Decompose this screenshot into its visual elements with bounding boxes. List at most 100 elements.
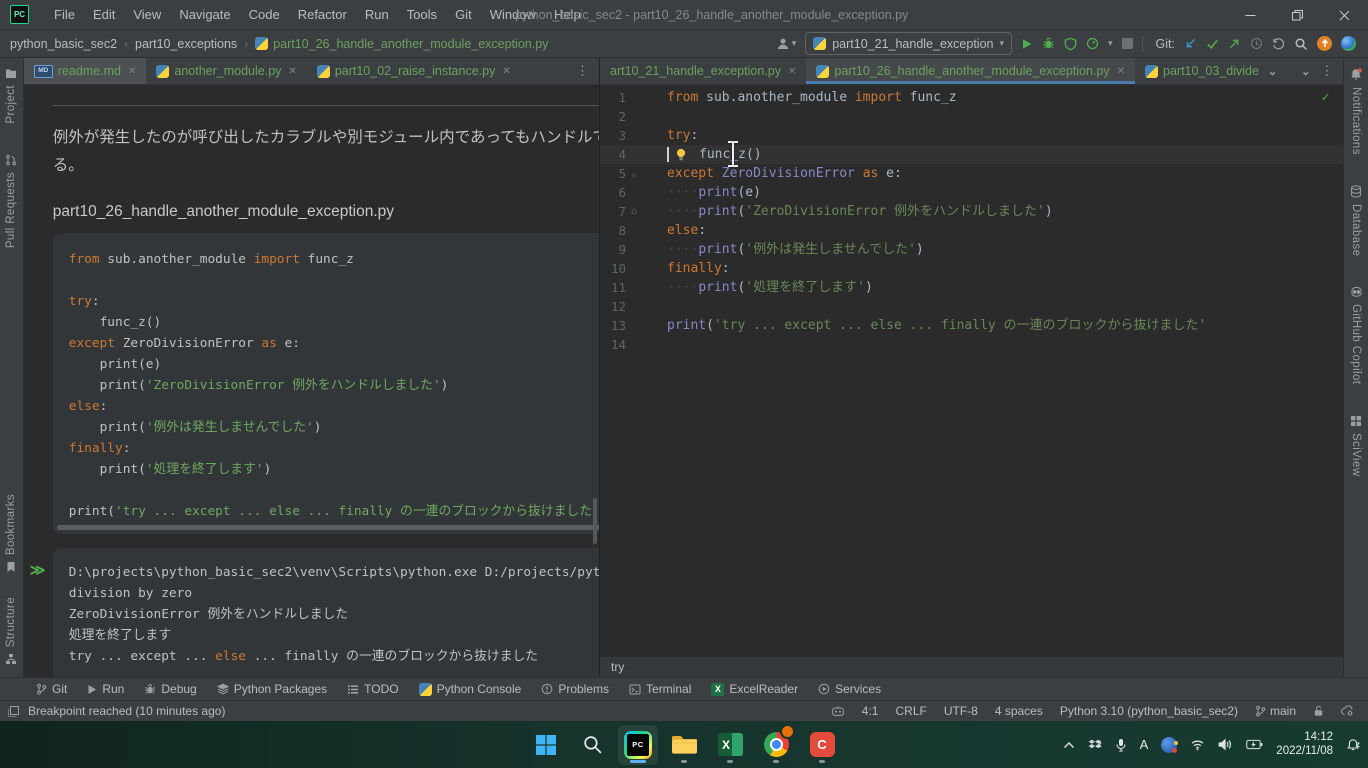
rollback-icon[interactable] xyxy=(1272,38,1285,50)
tool-window-button-python-console[interactable]: Python Console xyxy=(409,682,532,696)
file-encoding[interactable]: UTF-8 xyxy=(944,704,978,718)
battery-icon[interactable] xyxy=(1246,739,1263,750)
tab-part10_02_raise_instance.py[interactable]: part10_02_raise_instance.py✕ xyxy=(307,58,521,84)
menu-item-code[interactable]: Code xyxy=(240,7,289,22)
preview-scrollbar[interactable] xyxy=(593,498,597,544)
editor-breadcrumb[interactable]: try xyxy=(600,656,1343,677)
start-button[interactable] xyxy=(526,725,566,765)
menu-item-navigate[interactable]: Navigate xyxy=(170,7,239,22)
stripe-item-pull-requests[interactable]: Pull Requests xyxy=(5,154,17,248)
menu-item-run[interactable]: Run xyxy=(356,7,398,22)
editor-line[interactable]: 14 xyxy=(600,335,1343,354)
tab-part10_26_handle_another_module_exception.py[interactable]: part10_26_handle_another_module_exceptio… xyxy=(806,58,1135,84)
git-update-icon[interactable] xyxy=(1184,37,1197,50)
editor-line[interactable]: 13print('try ... except ... else ... fin… xyxy=(600,316,1343,335)
ime-indicator[interactable]: A xyxy=(1140,737,1149,752)
menu-item-file[interactable]: File xyxy=(45,7,84,22)
tab-art10_21_handle_exception.py[interactable]: art10_21_handle_exception.py✕ xyxy=(600,58,806,84)
menu-item-git[interactable]: Git xyxy=(446,7,481,22)
intention-bulb-icon[interactable] xyxy=(675,148,687,161)
tool-window-button-run[interactable]: Run xyxy=(77,682,134,696)
tray-chevron-up-icon[interactable] xyxy=(1063,741,1075,749)
tab-close-icon[interactable]: ✕ xyxy=(128,66,136,77)
tool-window-button-terminal[interactable]: Terminal xyxy=(619,682,701,696)
tab-close-icon[interactable]: ✕ xyxy=(502,66,510,77)
tool-window-button-debug[interactable]: Debug xyxy=(134,682,206,696)
wifi-icon[interactable] xyxy=(1190,738,1205,751)
tab-close-icon[interactable]: ✕ xyxy=(788,66,796,77)
stripe-item-notifications[interactable]: Notifications xyxy=(1350,68,1362,155)
search-icon[interactable] xyxy=(1294,37,1308,51)
chevron-down-icon[interactable]: ⌄ xyxy=(1268,65,1277,78)
breadcrumb-item[interactable]: part10_26_handle_another_module_exceptio… xyxy=(255,37,548,51)
taskbar-pycharm-icon[interactable] xyxy=(618,725,658,765)
hidden-tabs-chevron-icon[interactable]: ⌄ xyxy=(1301,65,1310,78)
git-push-icon[interactable] xyxy=(1228,37,1241,50)
editor-line[interactable]: 2 xyxy=(600,107,1343,126)
tool-window-button-services[interactable]: Services xyxy=(808,682,891,696)
stripe-item-github-copilot[interactable]: GitHub Copilot xyxy=(1350,286,1363,384)
menu-item-refactor[interactable]: Refactor xyxy=(289,7,356,22)
tab-close-icon[interactable]: ✕ xyxy=(1117,66,1125,77)
editor-line[interactable]: 4func_z() xyxy=(600,145,1343,164)
profiler-button[interactable] xyxy=(1086,37,1099,50)
lock-icon[interactable] xyxy=(1313,705,1324,717)
taskbar-clock[interactable]: 14:12 2022/11/08 xyxy=(1276,731,1333,758)
run-button[interactable] xyxy=(1021,38,1033,50)
editor-line[interactable]: 3try: xyxy=(600,126,1343,145)
editor-line[interactable]: 8else: xyxy=(600,221,1343,240)
interpreter[interactable]: Python 3.10 (python_basic_sec2) xyxy=(1060,704,1238,718)
editor-line[interactable]: 11····print('処理を終了します') xyxy=(600,278,1343,297)
tool-window-button-git[interactable]: Git xyxy=(26,682,77,696)
taskbar-explorer-icon[interactable] xyxy=(664,725,704,765)
debug-button[interactable] xyxy=(1042,37,1055,50)
volume-icon[interactable] xyxy=(1218,738,1233,751)
editor-line[interactable]: 7⌂····print('ZeroDivisionError 例外をハンドルしま… xyxy=(600,202,1343,221)
git-branch[interactable]: main xyxy=(1255,704,1296,718)
tool-window-button-excelreader[interactable]: XExcelReader xyxy=(701,682,808,696)
menu-item-view[interactable]: View xyxy=(124,7,170,22)
editor-line[interactable]: 10finally: xyxy=(600,259,1343,278)
breadcrumb-scope[interactable]: try xyxy=(611,660,624,674)
code-editor[interactable]: 1from sub.another_module import func_z✓2… xyxy=(600,85,1343,656)
run-configuration-select[interactable]: part10_21_handle_exception ▾ xyxy=(805,32,1012,55)
indent-setting[interactable]: 4 spaces xyxy=(995,704,1043,718)
tab-options-icon[interactable]: ⋮ xyxy=(576,63,589,79)
stripe-item-database[interactable]: Database xyxy=(1350,185,1362,256)
minimize-icon[interactable] xyxy=(1227,0,1274,30)
update-available-icon[interactable] xyxy=(1317,36,1332,51)
tool-window-button-python-packages[interactable]: Python Packages xyxy=(207,682,337,696)
code-block-scrollbar[interactable] xyxy=(57,525,599,530)
tool-window-button-problems[interactable]: Problems xyxy=(531,682,619,696)
editor-line[interactable]: 12 xyxy=(600,297,1343,316)
tab-readme.md[interactable]: MDreadme.md✕ xyxy=(24,58,147,84)
settings-sync-icon[interactable] xyxy=(1341,705,1354,717)
breadcrumb-item[interactable]: part10_exceptions xyxy=(135,37,237,51)
plugin-sphere-icon[interactable] xyxy=(1341,36,1356,51)
editor-line[interactable]: 1from sub.another_module import func_z✓ xyxy=(600,88,1343,107)
pycharm-logo-icon[interactable]: PC xyxy=(10,5,29,24)
breakpoint-icon[interactable] xyxy=(8,706,19,717)
stripe-item-structure[interactable]: Structure xyxy=(5,597,17,665)
taskbar-camtasia-icon[interactable] xyxy=(802,725,842,765)
tab-close-icon[interactable]: ✕ xyxy=(288,66,296,77)
user-icon[interactable]: ▾ xyxy=(776,37,797,50)
tab-part10_03_divide[interactable]: part10_03_divide⌄ xyxy=(1135,58,1287,84)
chevron-down-icon[interactable]: ▾ xyxy=(1108,38,1113,49)
editor-line[interactable]: 5⌄except ZeroDivisionError as e: xyxy=(600,164,1343,183)
menu-item-edit[interactable]: Edit xyxy=(84,7,124,22)
close-icon[interactable] xyxy=(1321,0,1368,30)
editor-line[interactable]: 9····print('例外は発生しませんでした') xyxy=(600,240,1343,259)
restore-icon[interactable] xyxy=(1274,0,1321,30)
tab-options-icon[interactable]: ⋮ xyxy=(1320,63,1333,79)
menu-item-tools[interactable]: Tools xyxy=(398,7,446,22)
taskbar-excel-icon[interactable] xyxy=(710,725,750,765)
status-message[interactable]: Breakpoint reached (10 minutes ago) xyxy=(28,704,225,718)
tray-app-icon[interactable] xyxy=(1161,737,1177,753)
coverage-button[interactable] xyxy=(1064,37,1077,51)
taskbar-chrome-icon[interactable] xyxy=(756,725,796,765)
notification-bell-icon[interactable]: z xyxy=(1346,738,1360,752)
tab-another_module.py[interactable]: another_module.py✕ xyxy=(146,58,306,84)
git-commit-icon[interactable] xyxy=(1206,38,1219,50)
dropbox-icon[interactable]: z xyxy=(1088,739,1102,751)
